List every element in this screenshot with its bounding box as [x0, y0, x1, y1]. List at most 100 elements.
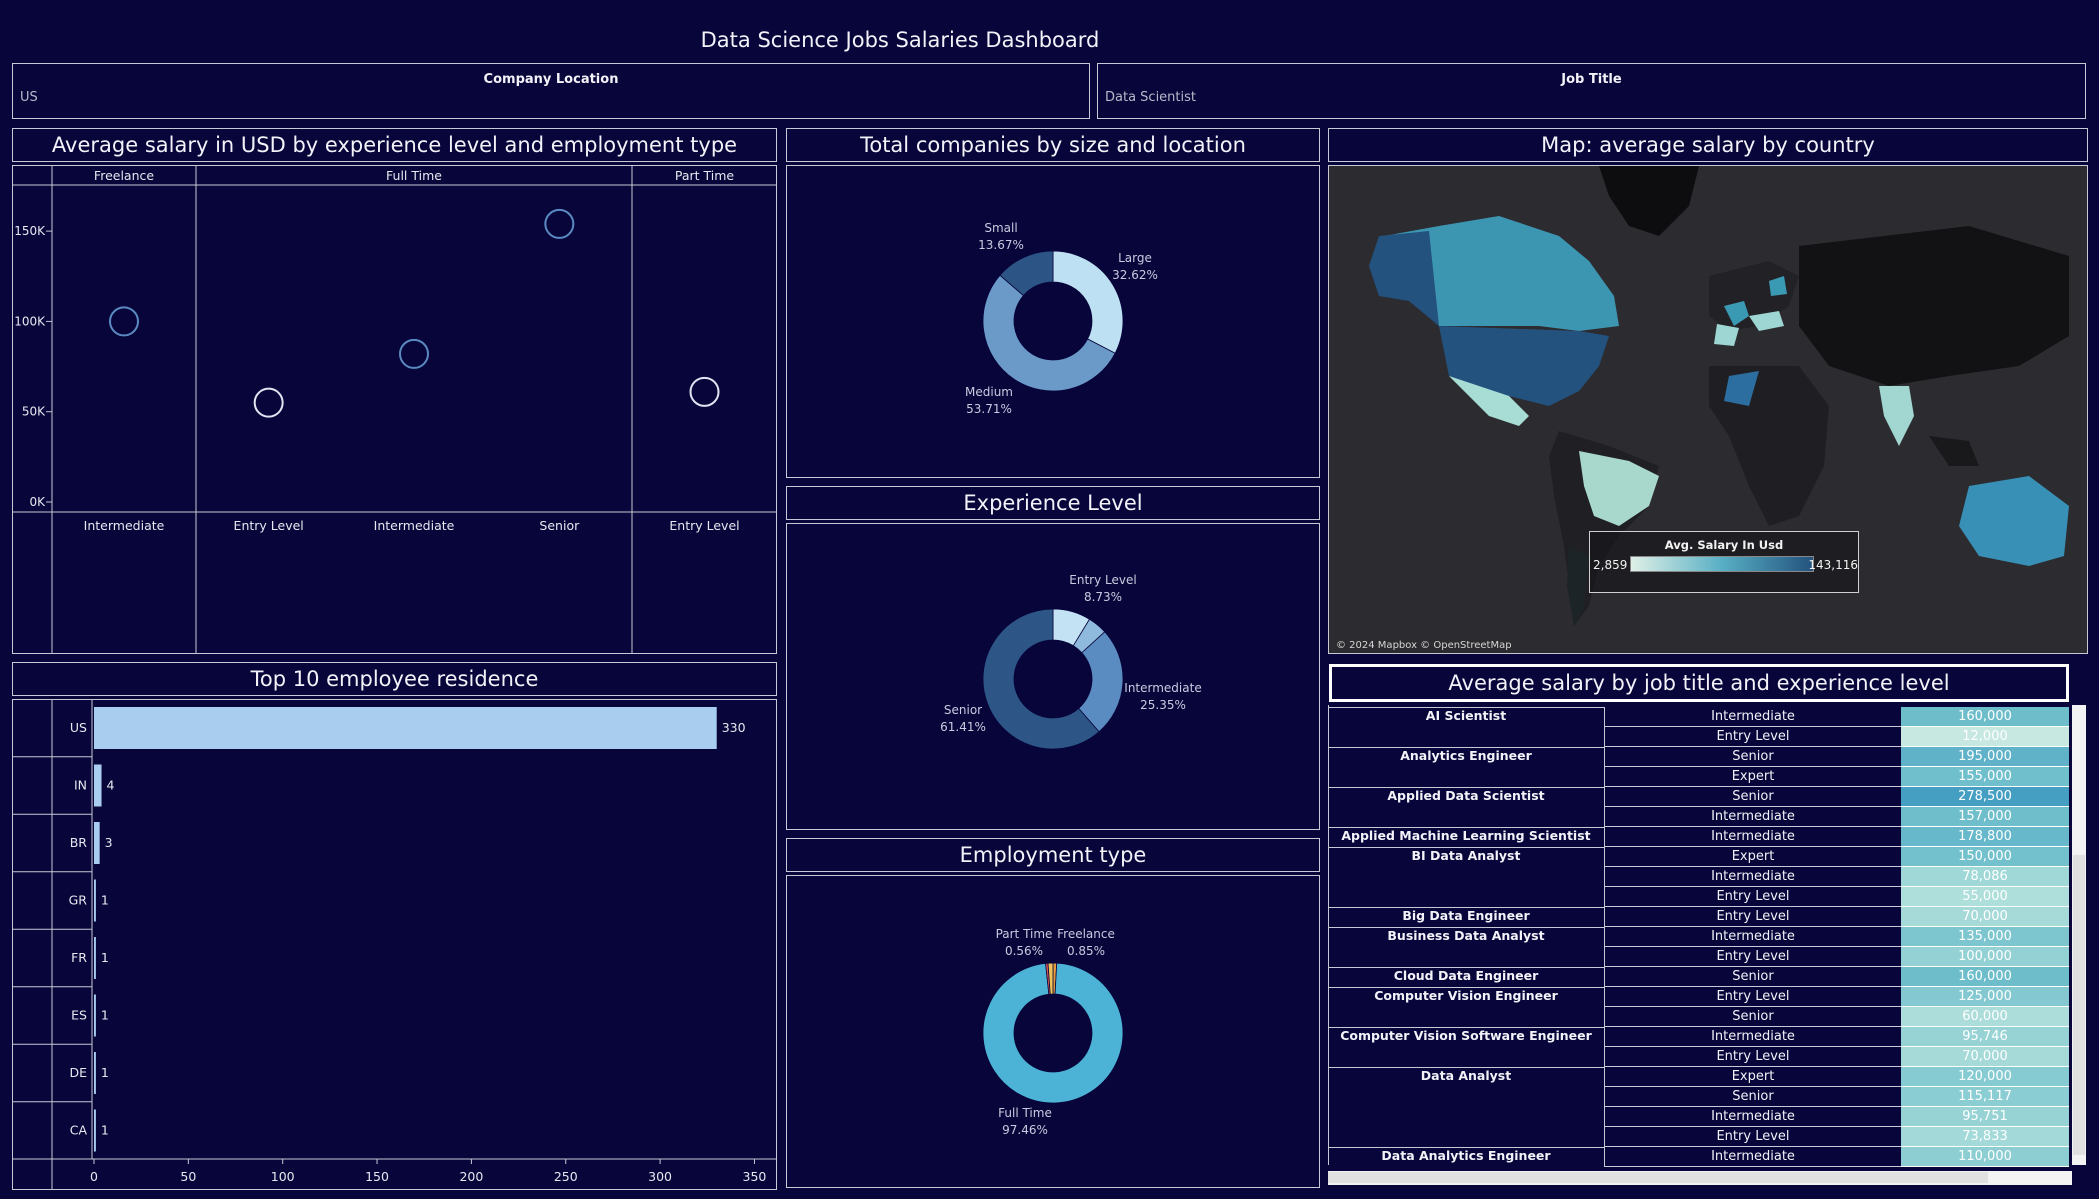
bar	[94, 764, 102, 807]
job-title-cell: AI Scientist	[1425, 708, 1507, 723]
scatter-point	[399, 338, 429, 369]
group-header: Part Time	[675, 168, 735, 183]
salary-cell: 70,000	[1901, 907, 2069, 927]
slice-pct: 25.35%	[1140, 698, 1186, 712]
slice-pct: 97.46%	[1002, 1123, 1048, 1137]
job-title-cell: BI Data Analyst	[1411, 848, 1521, 863]
experience-title: Experience Level	[786, 486, 1320, 520]
job-title-cell: Computer Vision Software Engineer	[1340, 1028, 1592, 1043]
job-title-filter[interactable]: Job Title Data Scientist	[1097, 63, 2086, 119]
bar-category-label: GR	[69, 893, 88, 908]
bar-category-label: IN	[74, 778, 87, 793]
scatter-border	[12, 165, 777, 654]
salary-cell: 78,086	[1901, 867, 2069, 887]
experience-cell: Expert	[1604, 847, 1901, 867]
x-tick-label: 50	[180, 1169, 196, 1184]
hscroll-thumb[interactable]	[1328, 1172, 1988, 1183]
salary-cell: 178,800	[1901, 827, 2069, 847]
y-tick-label: 150K	[14, 224, 46, 238]
experience-cell: Entry Level	[1604, 907, 1901, 927]
experience-donut: Entry Level 8.73% Intermediate 25.35% Senior…	[940, 573, 1202, 750]
x-tick-label: 250	[554, 1169, 578, 1184]
salary-cell: 12,000	[1901, 727, 2069, 747]
experience-cell: Senior	[1604, 747, 1901, 767]
bar	[94, 937, 96, 979]
experience-cell: Entry Level	[1604, 727, 1901, 747]
salary-cell: 278,500	[1901, 787, 2069, 807]
bar-category-label: DE	[69, 1065, 87, 1080]
x-tick-label: 100	[271, 1169, 295, 1184]
salary-cell: 157,000	[1901, 807, 2069, 827]
experience-cell: Intermediate	[1604, 807, 1901, 827]
salary-cell: 73,833	[1901, 1127, 2069, 1147]
job-title-cell: Applied Data Scientist	[1387, 788, 1545, 803]
filter-value[interactable]: US	[20, 90, 38, 105]
salary-cell: 95,751	[1901, 1107, 2069, 1127]
experience-cell: Intermediate	[1604, 867, 1901, 887]
filter-label: Job Title	[1561, 72, 1622, 87]
salary-cell: 60,000	[1901, 1007, 2069, 1027]
salary-cell: 160,000	[1901, 707, 2069, 727]
slice-pct: 13.67%	[978, 238, 1024, 252]
scrollbar-thumb[interactable]	[2073, 855, 2085, 1155]
salary-cell: 70,000	[1901, 1047, 2069, 1067]
salary-table[interactable]: AI Scientist Intermediate 160,000 Entry Lev…	[1328, 705, 2088, 1168]
residence-chart[interactable]: US 330 IN 4 BR 3 GR 1 FR 1 ES 1 DE 1 CA 1 0 50 100 150 200 25…	[12, 699, 777, 1190]
bar-value-label: 1	[101, 1123, 109, 1138]
salary-cell: 155,000	[1901, 767, 2069, 787]
salary-scatter-chart[interactable]: Freelance Full Time Part Time 150K 100K 50K 0K…	[12, 165, 777, 654]
employment-chart[interactable]: Freelance 0.85% Part Time 0.56% Full Time 97.…	[786, 875, 1320, 1188]
slice-label: Part Time	[996, 927, 1053, 941]
legend-gradient	[1630, 556, 1814, 572]
job-title-cell: Big Data Engineer	[1402, 908, 1530, 923]
salary-cell: 125,000	[1901, 987, 2069, 1007]
experience-cell: Senior	[1604, 787, 1901, 807]
employment-title: Employment type	[786, 838, 1320, 872]
map-attribution: © 2024 Mapbox © OpenStreetMap	[1336, 640, 1512, 651]
experience-cell: Intermediate	[1604, 1027, 1901, 1047]
filter-value[interactable]: Data Scientist	[1105, 90, 1196, 105]
company-location-filter[interactable]: Company Location US	[12, 63, 1090, 119]
table-horizontal-scrollbar[interactable]	[1328, 1171, 2072, 1185]
company-size-chart[interactable]: Large 32.62% Medium 53.71% Small 13.67%	[786, 165, 1320, 478]
bar-value-label: 1	[101, 950, 109, 965]
bar	[94, 1052, 96, 1094]
bar	[94, 994, 96, 1037]
experience-cell: Expert	[1604, 1067, 1901, 1087]
filter-label: Company Location	[483, 72, 619, 87]
slice-label: Senior	[944, 703, 982, 717]
bar-value-label: 1	[101, 893, 109, 908]
salary-cell: 55,000	[1901, 887, 2069, 907]
table-scrollbar[interactable]	[2072, 705, 2086, 1165]
x-category-label: Senior	[539, 518, 580, 533]
slice-label: Medium	[965, 385, 1013, 399]
salary-cell: 95,746	[1901, 1027, 2069, 1047]
group-header: Freelance	[94, 168, 154, 183]
slice-label: Entry Level	[1069, 573, 1136, 587]
legend-max: 143,116	[1808, 558, 1858, 572]
job-title-cell: Computer Vision Engineer	[1374, 988, 1558, 1003]
slice-pct: 8.73%	[1084, 590, 1122, 604]
slice-label: Intermediate	[1124, 681, 1201, 695]
company-size-donut: Large 32.62% Medium 53.71% Small 13.67%	[965, 221, 1158, 416]
world-map[interactable]: © 2024 Mapbox © OpenStreetMap Avg. Salar…	[1328, 165, 2088, 654]
x-tick-label: 200	[459, 1169, 483, 1184]
experience-cell: Senior	[1604, 1007, 1901, 1027]
y-tick-label: 50K	[22, 405, 46, 419]
experience-chart[interactable]: Entry Level 8.73% Intermediate 25.35% Senior…	[786, 523, 1320, 830]
job-title-cell: Analytics Engineer	[1400, 748, 1532, 763]
salary-cell: 150,000	[1901, 847, 2069, 867]
legend-min: 2,859	[1593, 558, 1628, 572]
map-legend[interactable]: Avg. Salary In Usd 2,859 143,116	[1589, 531, 1859, 593]
x-tick-label: 350	[743, 1169, 767, 1184]
experience-cell: Expert	[1604, 767, 1901, 787]
salary-cell: 160,000	[1901, 967, 2069, 987]
group-header: Full Time	[386, 168, 442, 183]
y-tick-label: 0K	[29, 495, 46, 509]
bar-value-label: 3	[105, 835, 113, 850]
x-tick-label: 0	[90, 1169, 98, 1184]
bar-category-label: CA	[70, 1123, 88, 1138]
x-tick-label: 150	[365, 1169, 389, 1184]
job-title-cell: Business Data Analyst	[1387, 928, 1545, 943]
legend-title: Avg. Salary In Usd	[1664, 538, 1784, 552]
